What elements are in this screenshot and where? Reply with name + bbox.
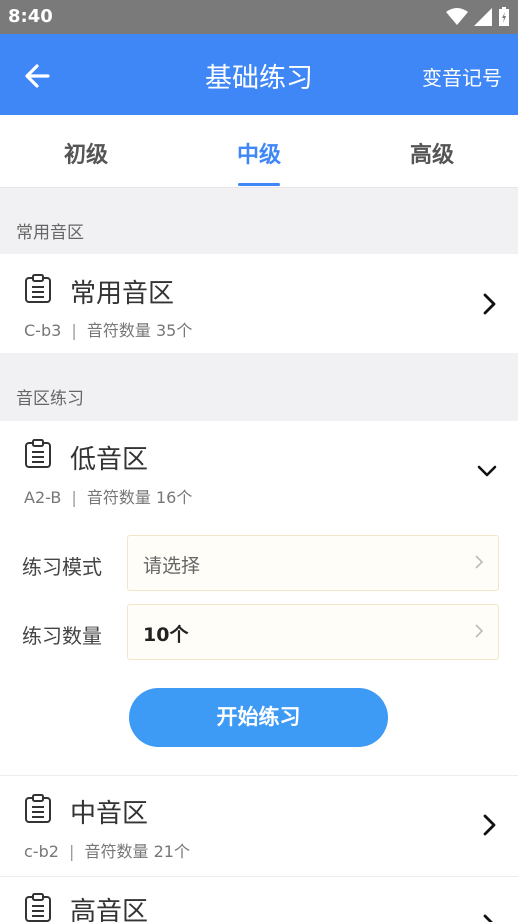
tab-intermediate[interactable]: 中级 — [173, 137, 345, 169]
practice-count-value: 10个 — [143, 624, 189, 646]
section-header-common: 常用音区 — [0, 202, 518, 254]
chevron-right-icon — [483, 293, 496, 315]
signal-icon — [474, 8, 492, 26]
item-subtitle: C-b3 | 音符数量 35个 — [24, 317, 192, 341]
item-title: 高音区 — [70, 897, 149, 922]
clipboard-icon — [25, 893, 51, 922]
chevron-right-icon — [475, 555, 484, 569]
note-count: 35个 — [155, 321, 193, 340]
chevron-right-icon — [483, 814, 496, 836]
practice-mode-select[interactable]: 请选择 — [127, 535, 499, 591]
clipboard-icon — [25, 274, 51, 303]
list-item-mid-range[interactable]: 中音区 c-b2 | 音符数量 21个 — [0, 776, 518, 876]
range-text: C-b3 — [24, 321, 62, 340]
start-practice-button[interactable]: 开始练习 — [129, 688, 388, 747]
separator: | — [71, 321, 77, 340]
item-title[interactable]: 低音区 — [70, 439, 148, 476]
item-title: 常用音区 — [70, 279, 175, 309]
note-count-label: 音符数量 — [86, 488, 151, 507]
section-header-range-practice: 音区练习 — [0, 368, 518, 420]
item-subtitle: A2-B | 音符数量 16个 — [24, 484, 192, 508]
status-time: 8:40 — [8, 6, 53, 27]
tab-advanced[interactable]: 高级 — [346, 137, 518, 169]
status-bar: 8:40 — [0, 0, 518, 34]
item-subtitle: c-b2 | 音符数量 21个 — [24, 838, 190, 862]
clipboard-icon — [25, 794, 51, 823]
clipboard-icon — [25, 439, 51, 468]
range-text: A2-B — [24, 488, 62, 507]
range-text: c-b2 — [24, 842, 59, 861]
accidentals-button[interactable]: 变音记号 — [422, 62, 502, 91]
practice-count-select[interactable]: 10个 — [127, 604, 499, 660]
section-title: 音区练习 — [16, 389, 84, 409]
separator: | — [69, 842, 75, 861]
wifi-icon — [446, 8, 468, 25]
list-item-low-range: 低音区 A2-B | 音符数量 16个 练习模式 请选择 练习数量 10个 开始… — [0, 421, 518, 775]
app-bar: 基础练习 变音记号 — [0, 34, 518, 115]
list-item-high-range[interactable]: 高音区 — [0, 877, 518, 922]
separator: | — [71, 488, 77, 507]
battery-icon — [499, 7, 509, 26]
status-icons — [446, 7, 510, 27]
note-count-label: 音符数量 — [84, 842, 149, 861]
item-title: 中音区 — [70, 799, 149, 829]
note-count-label: 音符数量 — [86, 321, 151, 340]
list-item-common-range[interactable]: 常用音区 C-b3 | 音符数量 35个 — [0, 254, 518, 353]
active-tab-indicator — [238, 183, 280, 186]
practice-count-label: 练习数量 — [22, 624, 102, 648]
chevron-right-icon — [483, 914, 493, 922]
chevron-down-icon[interactable] — [476, 459, 498, 483]
section-title: 常用音区 — [16, 223, 84, 243]
note-count: 16个 — [156, 488, 193, 507]
practice-mode-placeholder: 请选择 — [143, 555, 201, 577]
level-tabs: 初级 中级 高级 — [0, 115, 518, 188]
tab-beginner[interactable]: 初级 — [0, 137, 172, 169]
note-count: 21个 — [153, 842, 190, 861]
chevron-right-icon — [475, 624, 484, 638]
practice-mode-label: 练习模式 — [22, 555, 102, 579]
